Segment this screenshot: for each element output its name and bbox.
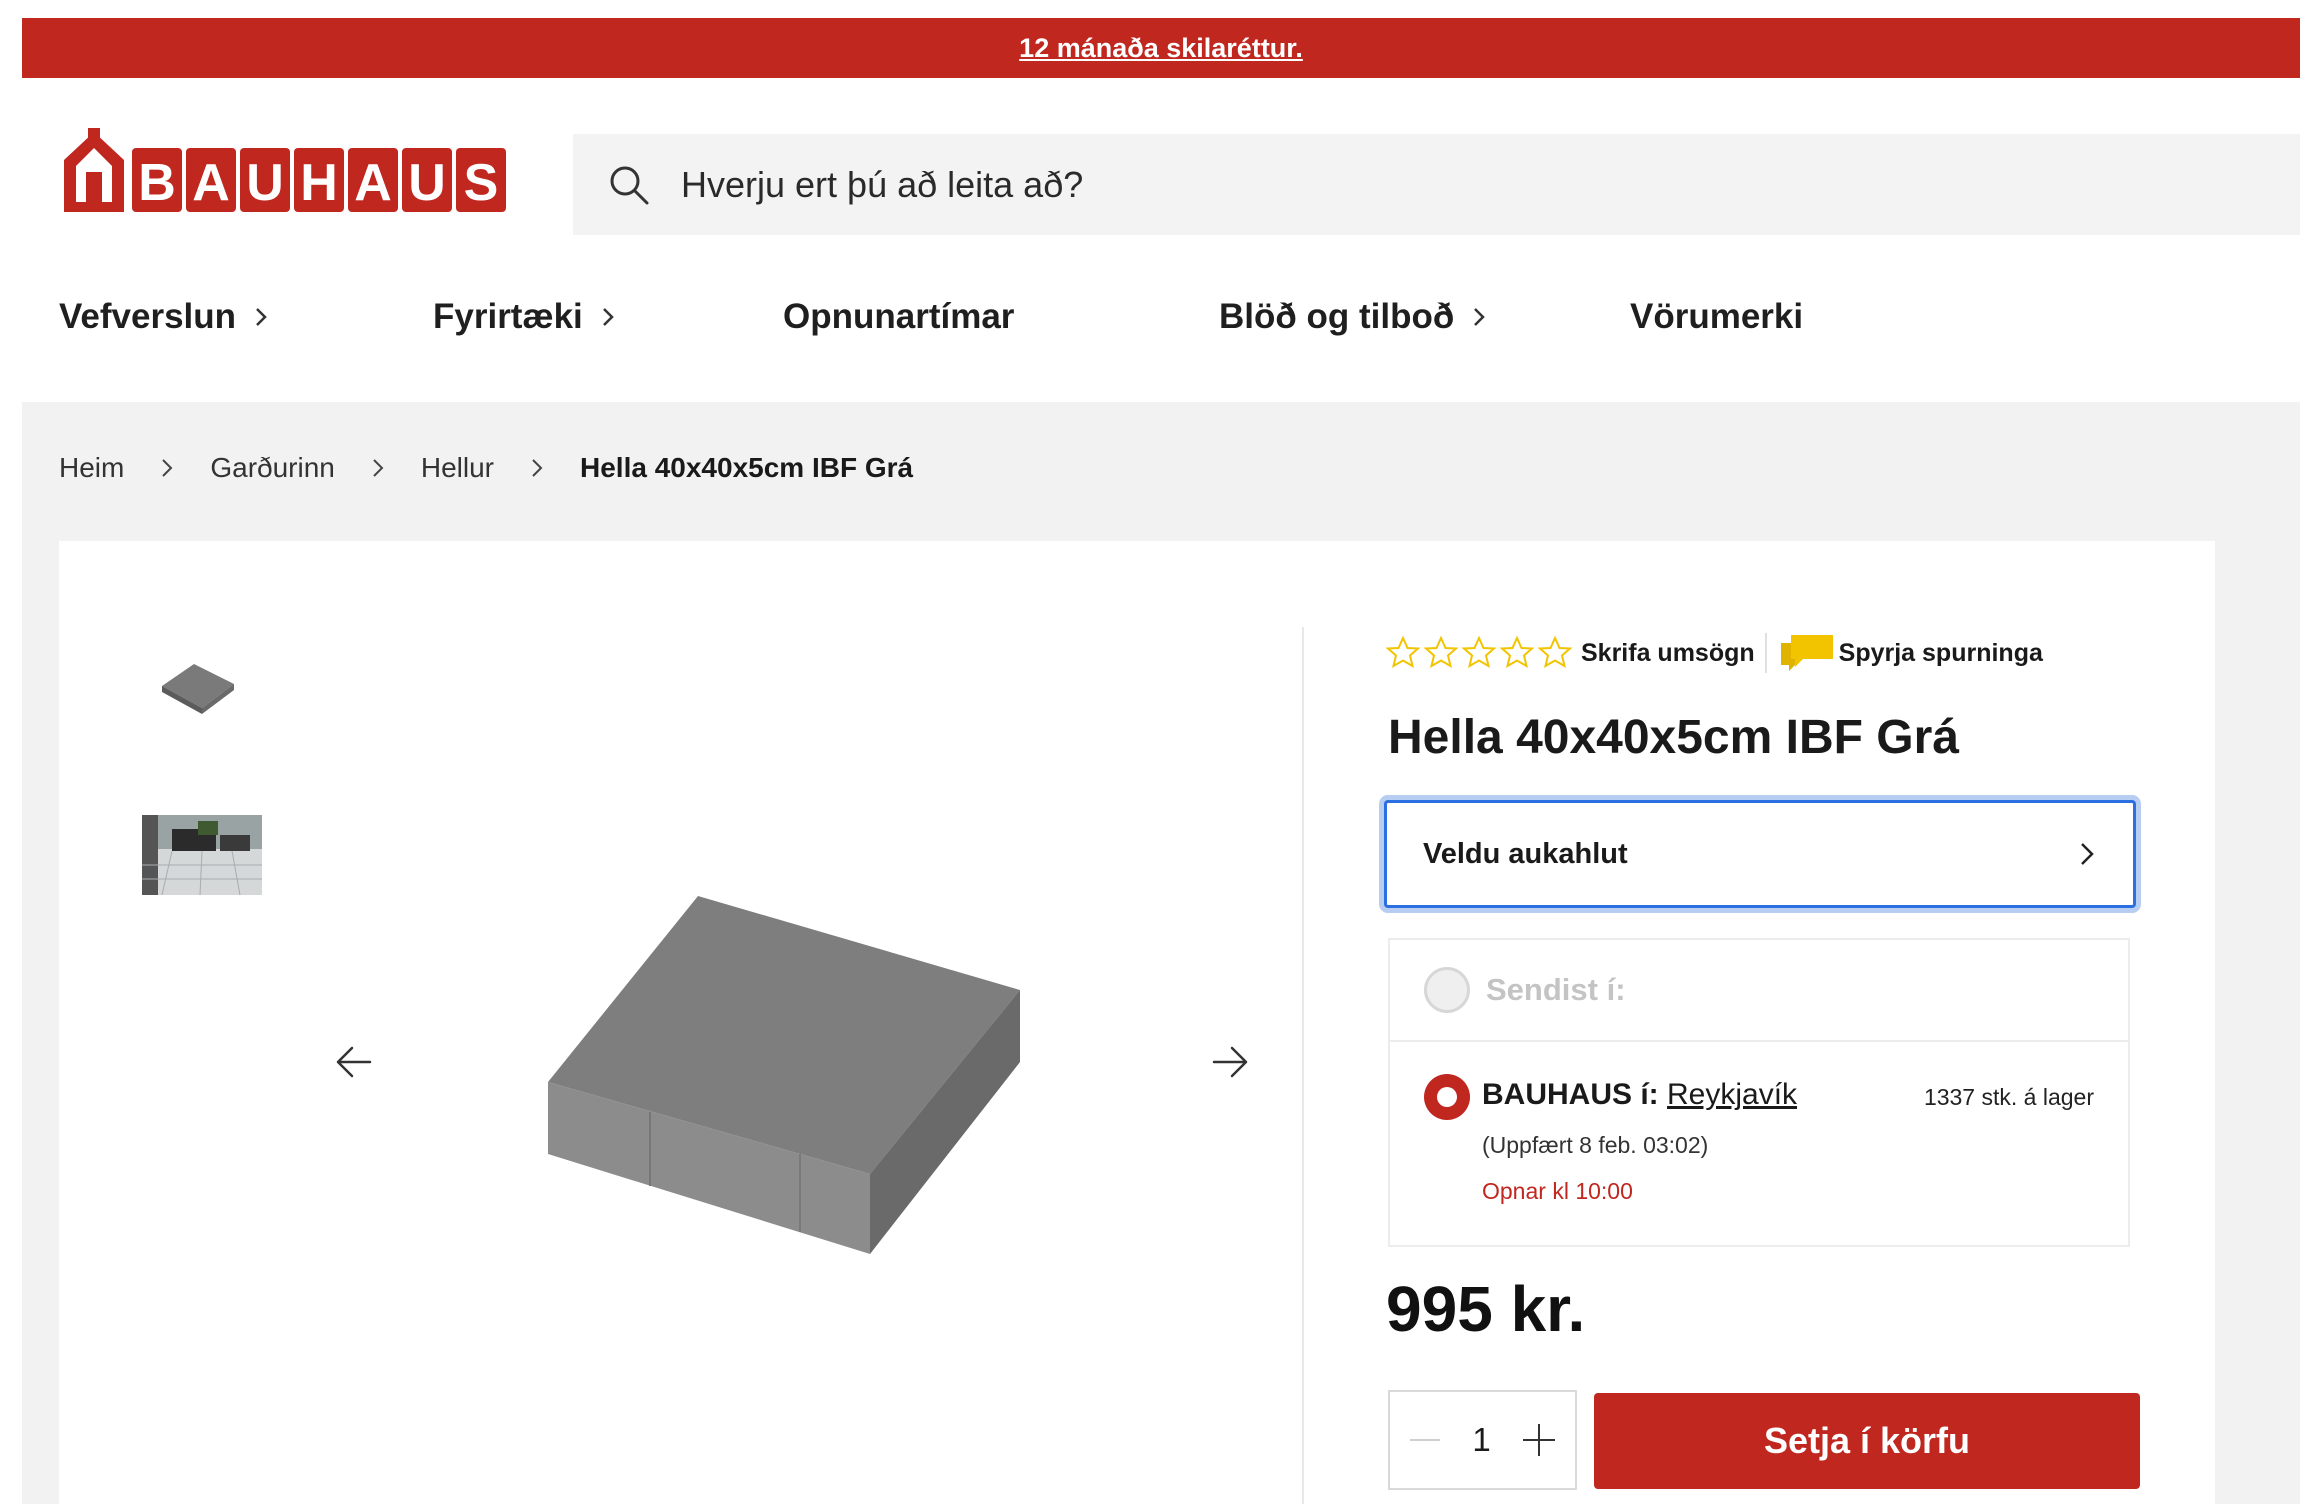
chevron-right-icon [602, 308, 614, 326]
chevron-right-icon [256, 308, 267, 326]
rating-row: Skrifa umsögn Spyrja spurninga [1385, 628, 2043, 678]
accessory-selector[interactable]: Veldu aukahlut [1384, 800, 2136, 908]
search-bar [573, 134, 2300, 235]
star-icon [1423, 635, 1459, 669]
ask-question-link[interactable]: Spyrja spurninga [1839, 639, 2043, 668]
nav-item-label: Blöð og tilboð [1219, 297, 1455, 336]
breadcrumb-hellur[interactable]: Hellur [421, 452, 494, 484]
svg-text:S: S [464, 154, 499, 212]
nav-item-label: Opnunartímar [783, 297, 1015, 336]
ship-label: Sendist í: [1486, 972, 1626, 1007]
ship-radio[interactable] [1424, 967, 1470, 1013]
chevron-right-icon [1474, 308, 1485, 326]
star-icon [1385, 635, 1421, 669]
product-price: 995 kr. [1386, 1273, 1586, 1345]
store-radio[interactable] [1424, 1074, 1470, 1120]
svg-text:A: A [192, 154, 230, 212]
quantity-stepper: 1 [1388, 1390, 1577, 1490]
svg-text:A: A [354, 154, 392, 212]
ship-option: Sendist í: [1390, 940, 2128, 1042]
delivery-options: Sendist í: BAUHAUS í: Reykjavík 1337 stk… [1388, 938, 2130, 1247]
star-icon [1537, 635, 1573, 669]
arrow-left-icon[interactable] [334, 1042, 374, 1082]
store-line: BAUHAUS í: Reykjavík [1482, 1078, 1797, 1112]
store-opening: Opnar kl 10:00 [1482, 1178, 1633, 1204]
nav-item-vorumerki[interactable]: Vörumerki [1630, 282, 1803, 352]
breadcrumb-home[interactable]: Heim [59, 452, 124, 484]
speech-bubble-icon [1780, 635, 1833, 671]
chevron-right-icon [532, 459, 543, 477]
nav-item-label: Vefverslun [59, 297, 237, 336]
increase-quantity-button[interactable] [1522, 1424, 1555, 1456]
store-prefix: BAUHAUS í: [1482, 1078, 1659, 1111]
bauhaus-logo[interactable]: B A U H A U S [56, 128, 512, 218]
add-to-cart-button[interactable]: Setja í körfu [1594, 1393, 2140, 1489]
nav-item-opnunartimar[interactable]: Opnunartímar [783, 282, 1014, 352]
decrease-quantity-button[interactable] [1410, 1439, 1440, 1441]
star-icon [1499, 635, 1535, 669]
promo-bar: 12 mánaða skilaréttur. [22, 18, 2300, 78]
product-thumbnail[interactable] [158, 656, 238, 716]
chevron-right-icon [2081, 843, 2094, 865]
write-review-link[interactable]: Skrifa umsögn [1581, 639, 1755, 668]
star-icon [1461, 635, 1497, 669]
svg-text:B: B [138, 154, 176, 212]
nav-item-label: Fyrirtæki [433, 297, 583, 336]
svg-text:U: U [246, 154, 284, 212]
radio-dot [1437, 1087, 1457, 1107]
nav-item-fyrirtaeki[interactable]: Fyrirtæki [433, 282, 615, 352]
quantity-value[interactable]: 1 [1472, 1421, 1490, 1459]
arrow-right-icon[interactable] [1210, 1042, 1250, 1082]
stock-status: 1337 stk. á lager [1923, 1084, 2094, 1110]
svg-text:H: H [300, 154, 338, 212]
search-icon[interactable] [607, 163, 651, 207]
product-image [548, 896, 1020, 1254]
lifestyle-thumbnail[interactable] [142, 815, 262, 895]
chevron-right-icon [373, 459, 384, 477]
breadcrumb: Heim Garðurinn Hellur Hella 40x40x5cm IB… [59, 448, 913, 488]
column-divider [1302, 627, 1304, 1504]
nav-item-blod-og-tilbod[interactable]: Blöð og tilboð [1219, 282, 1486, 352]
product-title: Hella 40x40x5cm IBF Grá [1388, 711, 1960, 764]
accessory-label: Veldu aukahlut [1423, 837, 1628, 870]
rating-divider [1764, 633, 1767, 673]
breadcrumb-gardurinn[interactable]: Garðurinn [210, 452, 335, 484]
search-input[interactable] [681, 163, 2181, 206]
breadcrumb-current: Hella 40x40x5cm IBF Grá [580, 452, 914, 483]
stock-updated: (Uppfært 8 feb. 03:02) [1482, 1132, 1709, 1158]
chevron-right-icon [162, 459, 173, 477]
star-rating[interactable] [1385, 635, 1573, 671]
main-nav: Vefverslun Fyrirtæki Opnunartímar Blöð o… [0, 282, 2306, 352]
nav-item-vefverslun[interactable]: Vefverslun [59, 282, 268, 352]
nav-item-label: Vörumerki [1630, 297, 1804, 336]
store-city-link[interactable]: Reykjavík [1667, 1078, 1797, 1111]
svg-text:U: U [408, 154, 446, 212]
promo-link[interactable]: 12 mánaða skilaréttur. [1019, 33, 1303, 64]
